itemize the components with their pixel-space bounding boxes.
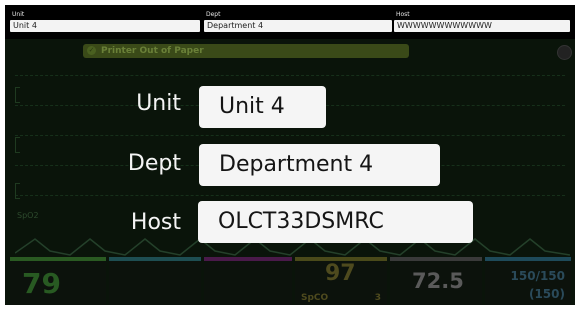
hr-value: 79 (22, 267, 61, 300)
overlay-host-label: Host (130, 210, 181, 235)
header-host-group: Host WWWWWWWWWWWW (394, 11, 570, 41)
bp-mean: (150) (528, 287, 565, 301)
header-unit-field[interactable]: Unit 4 (10, 20, 200, 32)
spco-label: SpCO (301, 293, 329, 303)
header-dept-group: Dept Department 4 (204, 11, 392, 41)
scale-bracket (15, 87, 20, 103)
overlay-host-field[interactable]: OLCT33DSMRC (198, 201, 473, 243)
header-dept-field[interactable]: Department 4 (204, 20, 392, 32)
temp-tile[interactable]: 72.5 (390, 257, 482, 305)
header-host-label: Host (396, 11, 410, 18)
trace-label: SpO2 (17, 211, 39, 220)
header-unit-group: Unit Unit 4 (10, 11, 200, 41)
bp-tile[interactable]: 150/150 (150) (485, 257, 571, 305)
overlay-dept-field[interactable]: Department 4 (199, 144, 440, 186)
grid-line (15, 195, 565, 196)
alarm-text: Printer Out of Paper (101, 46, 204, 56)
spo2-tile[interactable]: 97 SpCO 3 (295, 257, 387, 305)
check-circle-icon: ✓ (87, 46, 96, 55)
settings-icon[interactable] (557, 45, 572, 60)
spco-value: 3 (374, 293, 381, 303)
overlay-unit-field[interactable]: Unit 4 (199, 86, 326, 128)
grid-line (15, 75, 565, 76)
temp-value: 72.5 (412, 269, 464, 293)
scale-bracket (15, 183, 20, 199)
scale-bracket (15, 137, 20, 153)
bp-value: 150/150 (510, 269, 565, 283)
vital-tile-empty[interactable] (204, 257, 292, 305)
hr-tile[interactable]: 79 (10, 257, 106, 305)
spo2-value: 97 (325, 261, 356, 286)
overlay-unit-label: Unit (136, 91, 181, 116)
header-unit-label: Unit (12, 11, 25, 18)
overlay-dept-label: Dept (127, 151, 181, 176)
grid-line (15, 135, 565, 136)
header-dept-label: Dept (206, 11, 221, 18)
vital-tile-empty[interactable] (109, 257, 201, 305)
monitor-window: Unit Unit 4 Dept Department 4 Host WWWWW… (5, 5, 575, 305)
alarm-banner[interactable]: ✓ Printer Out of Paper (83, 44, 409, 58)
header-host-field[interactable]: WWWWWWWWWWWW (394, 20, 570, 32)
